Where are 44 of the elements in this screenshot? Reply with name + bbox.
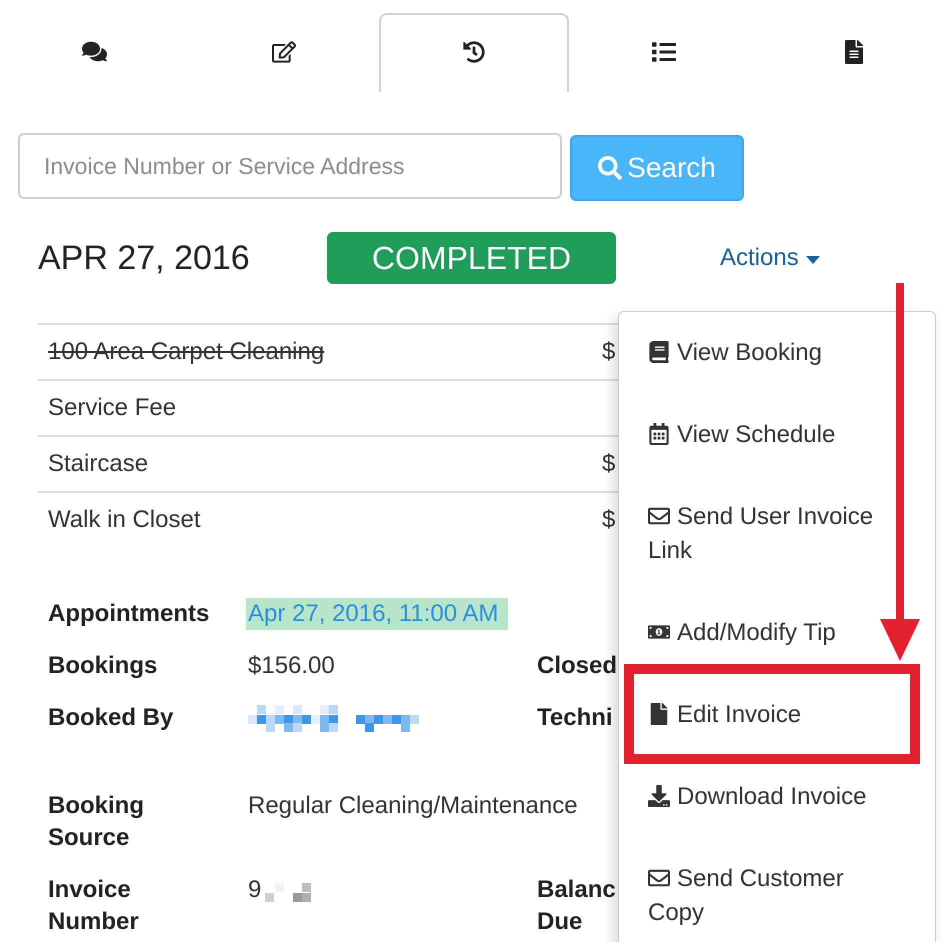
detail-label: Invoice Number bbox=[48, 875, 140, 937]
menu-item[interactable]: Add/Modify Tip bbox=[648, 616, 878, 650]
line-item-name: Walk in Closet bbox=[48, 506, 202, 534]
detail-value: 9 bbox=[248, 875, 262, 905]
line-item-name: Staircase bbox=[48, 450, 150, 478]
file-icon bbox=[648, 703, 670, 725]
line-item-amount: $ bbox=[602, 506, 616, 534]
status-badge: COMPLETED bbox=[327, 232, 616, 284]
caret-icon bbox=[806, 256, 820, 264]
detail-label: Booked By bbox=[48, 703, 174, 733]
menu-item[interactable]: Send Customer Copy bbox=[648, 862, 878, 930]
pixelated-name-icon bbox=[248, 704, 419, 732]
line-item-amount: $ bbox=[602, 450, 616, 478]
menu-item[interactable]: Edit Invoice bbox=[648, 698, 878, 732]
detail-label: Balanc Due bbox=[537, 875, 617, 937]
calendar-icon bbox=[648, 423, 670, 445]
line-item-name: Service Fee bbox=[48, 394, 178, 422]
invoice-date: APR 27, 2016 bbox=[38, 238, 251, 278]
menu-item[interactable]: Send User Invoice Link bbox=[648, 500, 878, 568]
line-item-name: 100 Area Carpet Cleaning bbox=[48, 338, 326, 366]
line-item-amount: $ bbox=[602, 338, 616, 366]
menu-item[interactable]: Download Invoice bbox=[648, 780, 878, 814]
chat-bubbles-icon bbox=[82, 39, 106, 64]
list-icon bbox=[652, 40, 676, 64]
envelope-icon bbox=[648, 505, 670, 527]
detail-label: Techni bbox=[537, 703, 614, 733]
book-icon bbox=[648, 341, 670, 363]
menu-item[interactable]: View Schedule bbox=[648, 418, 878, 452]
search-field[interactable]: Invoice Number or Service Address bbox=[18, 133, 562, 199]
download-icon bbox=[648, 785, 670, 807]
detail-label: Appointments bbox=[48, 599, 210, 629]
edit-icon bbox=[272, 40, 296, 64]
menu-item[interactable]: View Booking bbox=[648, 336, 878, 370]
pixelated-number-icon bbox=[265, 882, 312, 902]
detail-value: Regular Cleaning/Maintenance bbox=[248, 791, 578, 821]
detail-value: $156.00 bbox=[248, 651, 335, 681]
actions-dropdown[interactable]: Actions bbox=[720, 244, 820, 272]
detail-label: Closed bbox=[537, 651, 618, 681]
envelope-icon bbox=[648, 867, 670, 889]
document-icon bbox=[842, 40, 866, 64]
history-icon bbox=[463, 40, 485, 62]
detail-label: Booking Source bbox=[48, 791, 145, 853]
search-icon bbox=[598, 156, 622, 180]
detail-label: Bookings bbox=[48, 651, 158, 681]
